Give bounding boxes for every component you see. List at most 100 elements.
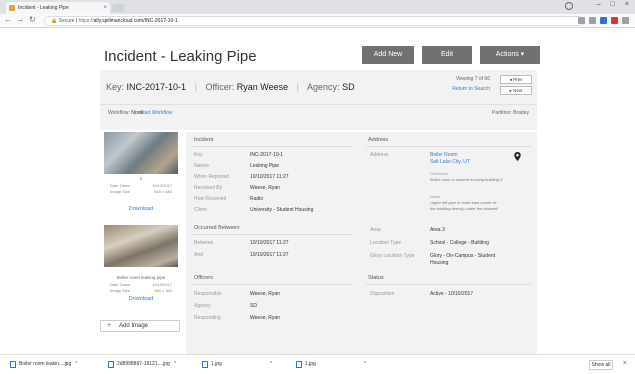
new-tab-button[interactable] <box>110 4 126 12</box>
image-thumbnail[interactable] <box>104 225 178 267</box>
image-date-row: Date Taken 10/10/2017 <box>110 282 172 287</box>
tab-title: Incident - Leaking Pipe <box>18 5 69 11</box>
notes-label: Notes <box>430 194 441 199</box>
minimize-icon[interactable]: – <box>597 1 601 8</box>
menu-icon[interactable] <box>622 17 629 24</box>
record-header: Key: INC-2017-10-1 | Officer: Ryan Weese… <box>100 70 537 130</box>
star-icon[interactable] <box>589 17 596 24</box>
field-label: Key <box>194 152 203 158</box>
field-value: Weese, Ryan <box>250 315 280 321</box>
field-value: 10/10/2017 11:27 <box>250 240 289 246</box>
extension-icon[interactable] <box>600 17 607 24</box>
divider <box>192 284 352 285</box>
image-size-row: Image Size 600 x 480 <box>110 189 172 194</box>
page-favicon-icon <box>9 5 15 11</box>
download-link[interactable]: Download <box>104 296 178 302</box>
address-link[interactable]: Boiler Room <box>430 152 458 158</box>
chevron-up-icon[interactable]: ^ <box>174 361 176 367</box>
download-item[interactable]: 1.jpg ^ <box>202 361 272 368</box>
start-workflow-link[interactable]: Start Workflow <box>140 110 172 116</box>
file-icon <box>296 361 302 368</box>
file-icon <box>10 361 16 368</box>
download-item[interactable]: 1.jpg ^ <box>296 361 366 368</box>
download-item[interactable]: Boiler room leakin....jpg ^ <box>10 361 78 368</box>
size-label: Image Size <box>110 288 131 293</box>
user-profile-icon[interactable] <box>565 2 573 10</box>
partition-label: Partition: Bradey <box>492 110 529 116</box>
map-pin-icon[interactable] <box>514 152 521 161</box>
chevron-up-icon[interactable]: ^ <box>75 361 77 367</box>
field-value: Weese, Ryan <box>250 291 280 297</box>
field-value: INC-2017-10-1 <box>250 152 284 158</box>
workflow-label: Workflow: <box>108 110 130 116</box>
notes-text-line2: the building directly under the stairwel… <box>430 206 498 211</box>
officer-value: Ryan Weese <box>236 82 289 92</box>
reload-icon[interactable]: ↻ <box>29 15 36 24</box>
field-value: Housing <box>430 260 449 266</box>
date-value: 10/10/2017 <box>151 282 172 287</box>
browser-address-bar: ← → ↻ 🔒 Secure | https://ally.spillmancl… <box>0 14 635 28</box>
address-city[interactable]: Salt Lake City, UT <box>430 159 470 165</box>
field-value: Glory - On-Campus - Student <box>430 253 496 259</box>
chevron-up-icon[interactable]: ^ <box>270 361 272 367</box>
section-title-occurred: Occurred Between <box>194 225 240 231</box>
download-filename: 1.jpg <box>211 361 222 367</box>
section-title-address: Address <box>368 137 389 143</box>
search-icon[interactable] <box>578 17 585 24</box>
close-window-icon[interactable]: × <box>625 1 629 8</box>
divider: | <box>194 82 197 92</box>
page-content: Incident - Leaking Pipe Add New Edit Act… <box>0 28 635 354</box>
back-icon[interactable]: ← <box>4 15 12 24</box>
download-item[interactable]: 2d8998897-19121....jpg ^ <box>108 361 176 368</box>
field-value: 10/10/2017 11:27 <box>250 252 289 258</box>
size-label: Image Size <box>110 189 131 194</box>
divider <box>366 284 531 285</box>
field-label: When Reported <box>194 174 230 180</box>
field-value: School - College - Building <box>430 240 489 246</box>
field-value: SD <box>250 303 257 309</box>
workflow-line: Workflow: None | Start Workflow <box>108 110 172 116</box>
url-protocol: https:// <box>78 18 94 24</box>
date-label: Date Taken <box>110 183 131 188</box>
field-label: Location Type <box>370 240 402 246</box>
download-filename: 1.jpg <box>305 361 316 367</box>
show-all-downloads-button[interactable]: Show all <box>589 360 613 370</box>
return-to-search-link[interactable]: Return to Search <box>420 86 490 92</box>
divider: | <box>296 82 300 92</box>
url-text: ally.spillmancloud.com/INC-2017-10-1 <box>93 18 178 24</box>
actions-button[interactable]: Actions ▾ <box>480 46 540 64</box>
plus-icon: + <box>107 322 112 329</box>
browser-tab-bar: Incident - Leaking Pipe × – □ × <box>0 0 635 14</box>
section-title-officers: Officers <box>194 275 213 281</box>
divider <box>192 146 352 147</box>
close-tab-icon[interactable]: × <box>103 2 107 14</box>
prev-button[interactable]: ◂ Prev <box>500 75 532 84</box>
download-link[interactable]: Download <box>104 206 178 212</box>
close-downloads-icon[interactable]: × <box>623 360 627 367</box>
edit-button[interactable]: Edit <box>422 46 472 64</box>
secure-label: Secure <box>58 18 75 24</box>
size-value: 500 x 360 <box>154 288 172 293</box>
chevron-up-icon[interactable]: ^ <box>364 361 366 367</box>
image-thumbnail[interactable] <box>104 132 178 174</box>
divider <box>366 146 531 147</box>
browser-tab[interactable]: Incident - Leaking Pipe × <box>6 2 110 14</box>
field-label: How Received <box>194 196 227 202</box>
field-label: Glory Location Type <box>370 253 415 259</box>
key-value: INC-2017-10-1 <box>126 82 187 92</box>
divider <box>100 104 537 105</box>
url-input[interactable]: 🔒 Secure | https://ally.spillmancloud.co… <box>44 16 584 26</box>
opera-icon[interactable] <box>611 17 618 24</box>
maximize-icon[interactable]: □ <box>611 1 615 8</box>
workflow-value: None <box>131 110 144 116</box>
file-icon <box>108 361 114 368</box>
add-image-button[interactable]: + Add Image <box>100 320 180 332</box>
field-label: Nature <box>194 163 210 169</box>
key-label: Key: <box>106 82 125 92</box>
field-label: Client <box>194 207 207 213</box>
add-new-button[interactable]: Add New <box>362 46 414 64</box>
forward-icon[interactable]: → <box>16 15 24 24</box>
field-label: And <box>194 252 203 258</box>
next-button[interactable]: ▸ Next <box>500 86 532 95</box>
field-label: Between <box>194 240 214 246</box>
